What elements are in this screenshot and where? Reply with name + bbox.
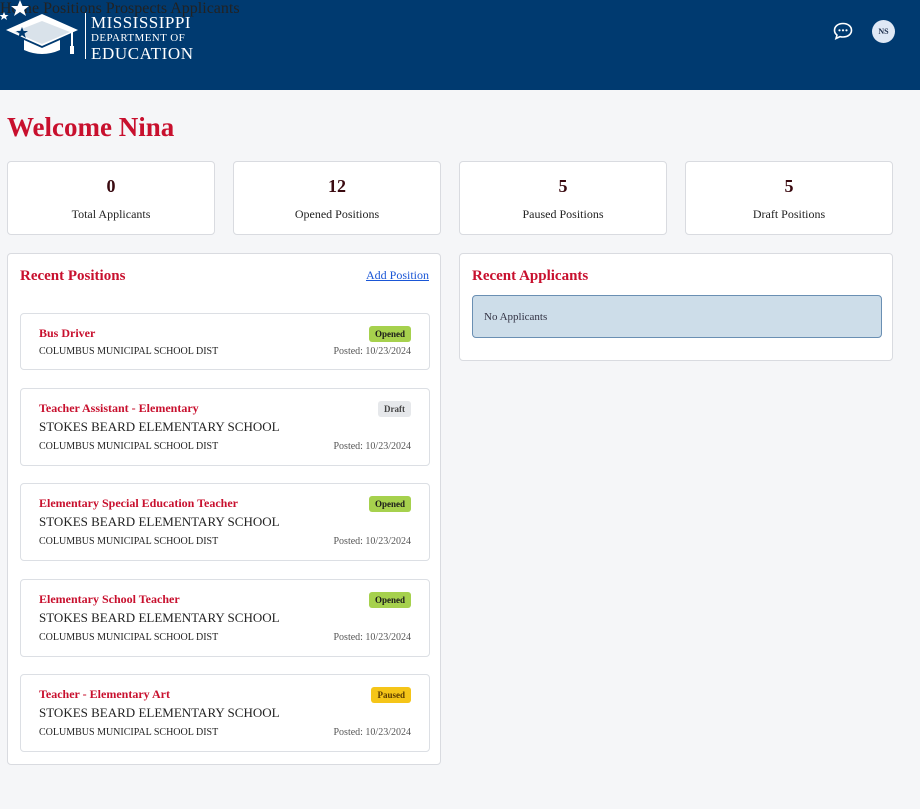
stat-card-opened-positions: 12 Opened Positions — [233, 161, 441, 235]
stat-card-total-applicants: 0 Total Applicants — [7, 161, 215, 235]
user-avatar[interactable]: NS — [872, 20, 895, 43]
stat-value: 5 — [558, 176, 568, 196]
recent-applicants-panel: Recent Applicants No Applicants — [459, 253, 893, 361]
status-badge: Opened — [368, 326, 411, 342]
position-posted-date: Posted: 10/23/2024 — [333, 727, 411, 738]
position-title[interactable]: Elementary School Teacher — [39, 592, 180, 607]
position-posted-date: Posted: 10/23/2024 — [333, 346, 411, 357]
position-title[interactable]: Elementary Special Education Teacher — [39, 496, 238, 511]
position-district: COLUMBUS MUNICIPAL SCHOOL DIST — [39, 727, 219, 738]
empty-applicants-text: No Applicants — [484, 311, 548, 323]
empty-applicants-alert: No Applicants — [472, 295, 882, 338]
stat-label: Opened Positions — [294, 207, 380, 221]
stat-value: 0 — [106, 176, 116, 196]
position-card[interactable]: Bus Driver Opened COLUMBUS MUNICIPAL SCH… — [20, 313, 430, 370]
position-title[interactable]: Teacher Assistant - Elementary — [39, 401, 199, 416]
position-card[interactable]: Elementary Special Education Teacher Ope… — [20, 483, 430, 561]
logo-line-3: EDUCATION — [91, 44, 194, 63]
position-posted-date: Posted: 10/23/2024 — [333, 441, 411, 452]
status-badge: Opened — [368, 496, 411, 512]
recent-applicants-title: Recent Applicants — [472, 268, 589, 284]
logo-wordmark: MISSISSIPPI DEPARTMENT OF EDUCATION — [91, 14, 194, 62]
position-district: COLUMBUS MUNICIPAL SCHOOL DIST — [39, 441, 219, 452]
position-district: COLUMBUS MUNICIPAL SCHOOL DIST — [39, 632, 219, 643]
logo-divider — [85, 13, 86, 59]
chat-bubble-icon[interactable] — [833, 22, 853, 40]
position-district: COLUMBUS MUNICIPAL SCHOOL DIST — [39, 346, 219, 357]
position-district: COLUMBUS MUNICIPAL SCHOOL DIST — [39, 536, 219, 547]
position-posted-date: Posted: 10/23/2024 — [333, 632, 411, 643]
position-school: STOKES BEARD ELEMENTARY SCHOOL — [39, 705, 280, 720]
stat-label: Draft Positions — [752, 207, 826, 221]
mde-logo[interactable]: MISSISSIPPI DEPARTMENT OF EDUCATION — [0, 0, 200, 62]
recent-positions-title: Recent Positions — [20, 268, 126, 284]
position-school: STOKES BEARD ELEMENTARY SCHOOL — [39, 610, 280, 625]
graduation-cap-logo-icon — [0, 0, 78, 54]
stat-label: Paused Positions — [522, 207, 604, 221]
stat-value: 12 — [328, 176, 346, 196]
status-badge: Paused — [371, 687, 411, 703]
stat-card-draft-positions: 5 Draft Positions — [685, 161, 893, 235]
position-school: STOKES BEARD ELEMENTARY SCHOOL — [39, 514, 280, 529]
stat-card-paused-positions: 5 Paused Positions — [459, 161, 667, 235]
status-badge: Opened — [368, 592, 411, 608]
position-card[interactable]: Teacher Assistant - Elementary Draft STO… — [20, 388, 430, 466]
position-card[interactable]: Elementary School Teacher Opened STOKES … — [20, 579, 430, 657]
logo-line-2: DEPARTMENT OF — [91, 32, 186, 44]
page-title: Welcome Nina — [7, 112, 175, 142]
position-card[interactable]: Teacher - Elementary Art Paused STOKES B… — [20, 674, 430, 752]
position-title[interactable]: Bus Driver — [39, 326, 95, 341]
position-posted-date: Posted: 10/23/2024 — [333, 536, 411, 547]
add-position-link[interactable]: Add Position — [366, 268, 429, 283]
logo-line-1: MISSISSIPPI — [91, 13, 191, 32]
position-title[interactable]: Teacher - Elementary Art — [39, 687, 170, 702]
stat-label: Total Applicants — [71, 207, 151, 221]
recent-positions-panel: Recent Positions Add Position Bus Driver… — [7, 253, 441, 765]
top-header: MISSISSIPPI DEPARTMENT OF EDUCATION Home… — [0, 0, 920, 90]
status-badge: Draft — [378, 401, 411, 417]
stat-value: 5 — [784, 176, 794, 196]
position-school: STOKES BEARD ELEMENTARY SCHOOL — [39, 419, 280, 434]
